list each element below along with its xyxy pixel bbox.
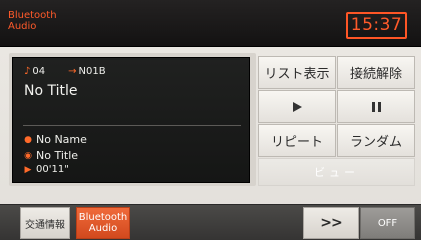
- elapsed-time: 00'11": [36, 164, 69, 175]
- pause-button[interactable]: [337, 90, 415, 123]
- view-button[interactable]: ビュー: [258, 158, 415, 186]
- list-button[interactable]: リスト表示: [258, 56, 336, 89]
- clock: 15:37: [346, 12, 407, 39]
- repeat-button[interactable]: リピート: [258, 124, 336, 157]
- audio-screen: Bluetooth Audio 15:37 ♪ 04 → N01B No Tit…: [0, 0, 421, 240]
- person-icon: ●: [24, 134, 32, 145]
- source-title-line1: Bluetooth: [8, 10, 57, 21]
- panel-divider: [23, 125, 241, 126]
- header-bar: Bluetooth Audio 15:37: [0, 0, 421, 47]
- play-button[interactable]: [258, 90, 336, 123]
- arrow-right-icon: →: [68, 66, 77, 77]
- album-name: No Title: [36, 149, 79, 162]
- disc-icon: ◉: [24, 150, 32, 161]
- artist-row: ● No Name: [24, 133, 87, 146]
- elapsed-row: ▶ 00'11": [24, 164, 69, 175]
- bluetooth-tab-line2: Audio: [88, 223, 118, 234]
- traffic-info-tab[interactable]: 交通情報: [20, 207, 70, 239]
- bluetooth-audio-tab[interactable]: Bluetooth Audio: [76, 207, 130, 239]
- off-button[interactable]: OFF: [360, 207, 415, 239]
- album-row: ◉ No Title: [24, 149, 78, 162]
- track-title: No Title: [24, 83, 78, 99]
- track-number: 04: [32, 66, 46, 77]
- target-label: N01B: [78, 66, 106, 77]
- source-title: Bluetooth Audio: [8, 10, 57, 32]
- source-title-line2: Audio: [8, 21, 37, 32]
- random-button[interactable]: ランダム: [337, 124, 415, 157]
- music-note-icon: ♪: [24, 66, 31, 77]
- bluetooth-tab-line1: Bluetooth: [78, 212, 128, 223]
- play-small-icon: ▶: [24, 164, 32, 175]
- pause-icon: [371, 101, 381, 112]
- artist-name: No Name: [36, 133, 87, 146]
- next-button[interactable]: >>: [303, 207, 359, 239]
- disconnect-button[interactable]: 接続解除: [337, 56, 415, 89]
- play-icon: [292, 101, 302, 112]
- now-playing-panel: ♪ 04 → N01B No Title ● No Name ◉ No Titl…: [12, 57, 250, 183]
- track-row: ♪ 04 → N01B: [24, 66, 106, 77]
